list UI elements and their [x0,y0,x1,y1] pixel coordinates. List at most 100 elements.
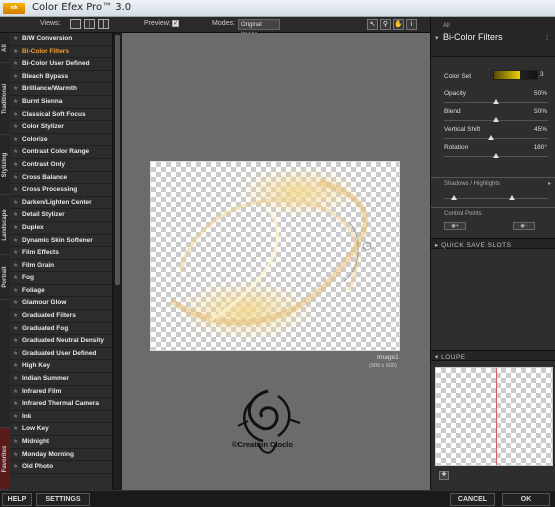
favorite-star-icon[interactable]: ★ [13,287,18,294]
filter-item[interactable]: ★ Bi-Color Filters [10,46,112,59]
settings-button[interactable]: SETTINGS [36,493,90,506]
favorite-star-icon[interactable]: ★ [13,413,18,420]
favorite-star-icon[interactable]: ★ [13,362,18,369]
favorite-star-icon[interactable]: ★ [13,425,18,432]
tab-traditional[interactable]: Traditional [0,63,10,135]
param-slider[interactable] [444,153,548,158]
filter-item[interactable]: ★ Graduated Filters [10,310,112,323]
favorite-star-icon[interactable]: ★ [13,48,18,55]
favorite-star-icon[interactable]: ★ [13,199,18,206]
loupe-header[interactable]: ▾ LOUPE [431,350,555,361]
tab-stylizing[interactable]: Stylizing [0,135,10,195]
side-by-side-view-button[interactable] [98,19,109,29]
hand-icon[interactable]: ✋ [393,19,404,30]
split-view-button[interactable] [84,19,95,29]
shadows-slider[interactable] [444,195,548,200]
preview-image[interactable] [150,161,400,351]
highlights-thumb[interactable] [508,195,515,200]
favorite-star-icon[interactable]: ★ [13,388,18,395]
preview-canvas[interactable]: Image1 (900 x 600) ©Creation Cloclo [122,33,430,490]
favorite-star-icon[interactable]: ★ [13,123,18,130]
color-set-picker[interactable] [493,70,538,80]
filter-item[interactable]: ★ High Key [10,360,112,374]
single-view-button[interactable] [70,19,81,29]
filter-item[interactable]: ★ Detail Stylizer [10,209,112,222]
modes-select[interactable]: Original Image [238,19,280,38]
favorite-star-icon[interactable]: ★ [13,274,18,281]
favorite-star-icon[interactable]: ★ [13,463,18,470]
tab-all[interactable]: All [0,33,10,63]
filter-item[interactable]: ★ Graduated Fog [10,323,112,336]
filter-item[interactable]: ★ Dynamic Skin Softener [10,235,112,248]
filter-item[interactable]: ★ Contrast Only [10,159,112,172]
filter-item[interactable]: ★ Darken/Lighten Center [10,197,112,210]
filter-item[interactable]: ★ Midnight [10,436,112,449]
favorite-star-icon[interactable]: ★ [13,211,18,218]
filter-item[interactable]: ★ Color Stylizer [10,121,112,134]
filter-item[interactable]: ★ B/W Conversion [10,33,112,46]
filter-item[interactable]: ★ Ink [10,411,112,424]
filter-item[interactable]: ★ Duplex [10,222,112,235]
tab-favorites[interactable]: Favorites [0,428,10,490]
arrow-icon[interactable]: ↖ [367,19,378,30]
favorite-star-icon[interactable]: ★ [13,186,18,193]
remove-control-point-button[interactable]: ◉− [513,222,535,230]
filter-item[interactable]: ★ Old Photo [10,461,112,474]
favorite-star-icon[interactable]: ★ [13,35,18,42]
filter-item[interactable]: ★ Low Key [10,423,112,436]
ok-button[interactable]: OK [502,493,550,506]
filter-item[interactable]: ★ Burnt Sienna [10,96,112,109]
filter-list-scrollbar[interactable] [114,33,121,490]
loupe-pin-icon[interactable]: ✚ [439,471,449,480]
filter-item[interactable]: ★ Cross Processing [10,184,112,197]
favorite-star-icon[interactable]: ★ [13,161,18,168]
filter-item[interactable]: ★ Film Grain [10,260,112,273]
scrollbar-thumb[interactable] [115,35,120,285]
favorite-star-icon[interactable]: ★ [13,174,18,181]
param-slider[interactable] [444,117,548,122]
preview-checkbox[interactable]: ✓ [172,20,179,27]
favorite-star-icon[interactable]: ★ [13,249,18,256]
favorite-star-icon[interactable]: ★ [13,73,18,80]
add-control-point-button[interactable]: ◉+ [444,222,466,230]
filter-item[interactable]: ★ Fog [10,272,112,285]
shadows-thumb[interactable] [451,195,458,200]
favorite-star-icon[interactable]: ★ [13,224,18,231]
favorite-star-icon[interactable]: ★ [13,262,18,269]
filter-item[interactable]: ★ Graduated User Defined [10,348,112,361]
quick-save-slots-header[interactable]: ▸ QUICK SAVE SLOTS [431,238,555,249]
filter-item[interactable]: ★ Monday Morning [10,449,112,462]
filter-item[interactable]: ★ Bleach Bypass [10,71,112,84]
favorite-star-icon[interactable]: ★ [13,111,18,118]
filter-item[interactable]: ★ Colorize [10,134,112,147]
zoom-icon[interactable]: ⚲ [380,19,391,30]
filter-item[interactable]: ★ Infrared Thermal Camera [10,398,112,411]
filter-item[interactable]: ★ Foliage [10,285,112,298]
slider-thumb[interactable] [493,99,499,104]
collapse-arrow-icon[interactable]: ▾ [435,34,439,42]
filter-item[interactable]: ★ Classical Soft Focus [10,109,112,122]
favorite-star-icon[interactable]: ★ [13,98,18,105]
loupe-preview[interactable] [435,367,553,466]
param-slider[interactable] [444,135,548,140]
favorite-star-icon[interactable]: ★ [13,60,18,67]
favorite-star-icon[interactable]: ★ [13,312,18,319]
favorite-star-icon[interactable]: ★ [13,85,18,92]
cancel-button[interactable]: CANCEL [450,493,495,506]
tab-portrait[interactable]: Portrait [0,255,10,300]
filter-item[interactable]: ★ Contrast Color Range [10,146,112,159]
favorite-star-icon[interactable]: ★ [13,451,18,458]
slider-thumb[interactable] [493,117,499,122]
filter-item[interactable]: ★ Cross Balance [10,172,112,185]
filter-item[interactable]: ★ Infrared Film [10,386,112,399]
slider-thumb[interactable] [493,153,499,158]
filter-item[interactable]: ★ Film Effects [10,247,112,260]
filter-item[interactable]: ★ Graduated Neutral Density [10,335,112,348]
shadows-highlights-section[interactable]: Shadows / Highlights ▸ [431,177,555,200]
expand-arrow-icon[interactable]: ▸ [548,180,551,187]
favorite-star-icon[interactable]: ★ [13,337,18,344]
favorite-star-icon[interactable]: ★ [13,136,18,143]
favorite-star-icon[interactable]: ★ [13,148,18,155]
tab-landscape[interactable]: Landscape [0,195,10,255]
panel-actions-icon[interactable]: ⋮ [544,34,550,41]
